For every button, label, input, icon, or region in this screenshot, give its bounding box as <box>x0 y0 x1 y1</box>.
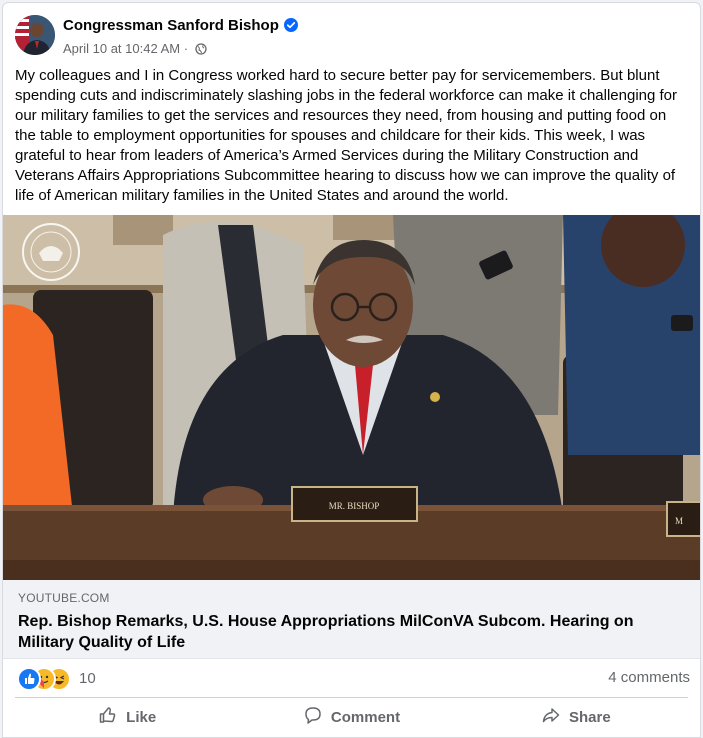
post-text: My colleagues and I in Congress worked h… <box>15 67 678 204</box>
video-thumbnail[interactable]: MR. BISHOP M <box>3 215 700 580</box>
verified-badge-icon <box>283 18 298 36</box>
post-meta: April 10 at 10:42 AM · <box>63 41 207 58</box>
share-button[interactable]: Share <box>464 700 688 734</box>
reaction-count[interactable]: 10 <box>79 670 96 687</box>
author-name-row: Congressman Sanford Bishop <box>63 17 298 36</box>
post-actions: Like Comment Share <box>15 700 688 734</box>
house-seal-logo <box>22 223 80 281</box>
link-domain: YOUTUBE.COM <box>18 591 110 605</box>
like-button[interactable]: Like <box>15 700 239 734</box>
meta-separator: · <box>183 41 189 56</box>
comment-icon <box>303 705 323 729</box>
like-icon <box>98 705 118 729</box>
globe-icon[interactable] <box>195 43 207 58</box>
post-timestamp[interactable]: April 10 at 10:42 AM <box>63 41 180 56</box>
comment-label: Comment <box>330 708 401 726</box>
link-preview[interactable]: YOUTUBE.COM Rep. Bishop Remarks, U.S. Ho… <box>3 580 700 659</box>
comment-button[interactable]: Comment <box>239 700 463 734</box>
actions-divider <box>15 697 688 698</box>
nameplate-text: MR. BISHOP <box>329 501 380 511</box>
nameplate-partial-text: M <box>675 516 683 526</box>
like-label: Like <box>126 708 157 726</box>
author-name[interactable]: Congressman Sanford Bishop <box>63 17 279 34</box>
author-avatar[interactable] <box>15 15 55 55</box>
link-title[interactable]: Rep. Bishop Remarks, U.S. House Appropri… <box>18 611 678 653</box>
post-card: Congressman Sanford Bishop April 10 at 1… <box>2 2 701 738</box>
like-reaction-icon <box>17 667 41 691</box>
share-icon <box>541 705 561 729</box>
comments-count[interactable]: 4 comments <box>608 669 690 686</box>
share-label: Share <box>568 708 611 726</box>
